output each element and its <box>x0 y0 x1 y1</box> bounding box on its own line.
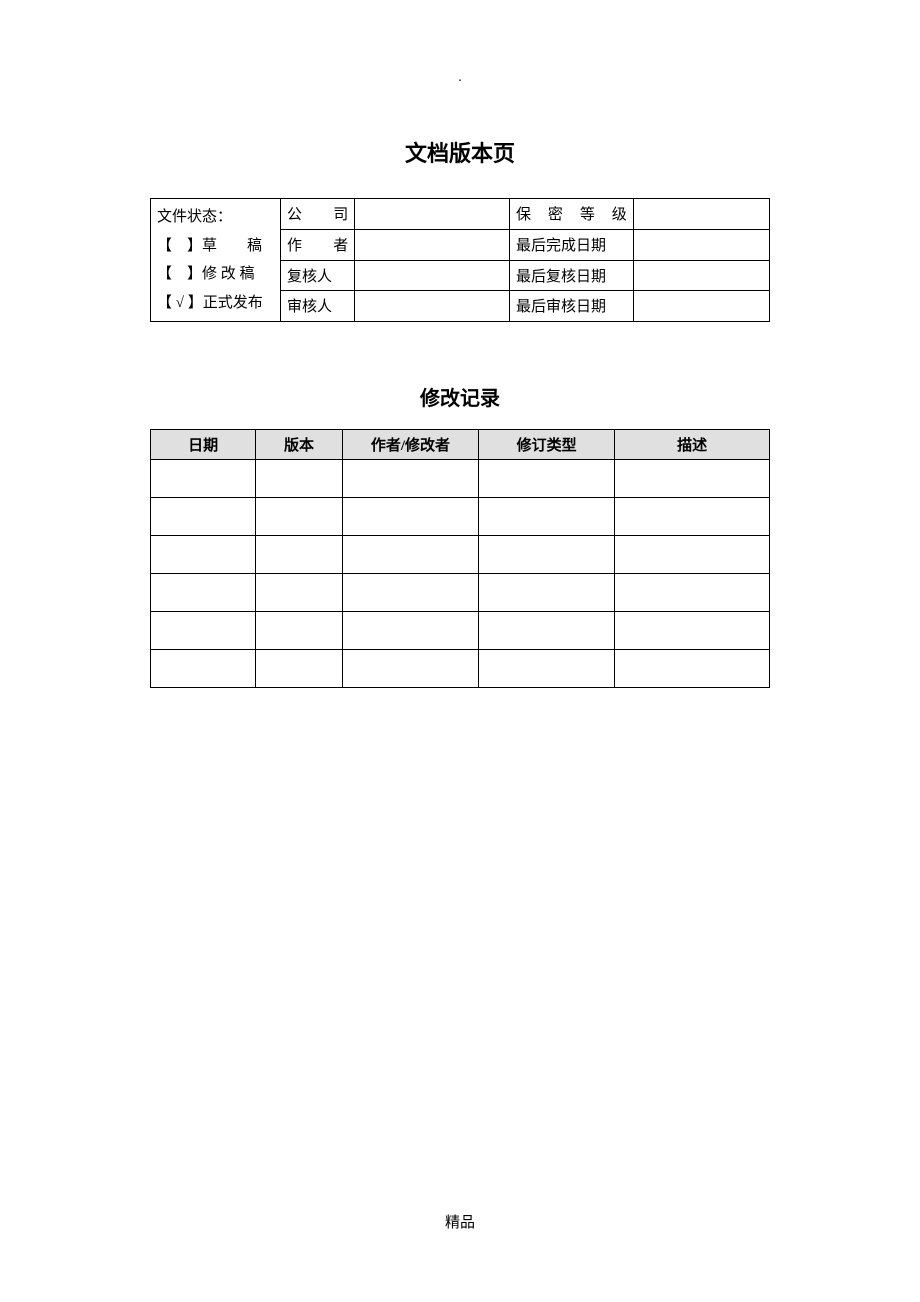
cell <box>615 460 770 498</box>
label-approver: 审核人 <box>280 291 354 322</box>
value-complete-date <box>633 229 769 260</box>
label-approve-date: 最后审核日期 <box>510 291 634 322</box>
status-heading: 文件状态： <box>157 203 274 232</box>
cell <box>342 536 478 574</box>
value-approve-date <box>633 291 769 322</box>
title-revision-record: 修改记录 <box>150 382 770 411</box>
cell <box>256 498 343 536</box>
cell <box>151 536 256 574</box>
value-author <box>355 229 510 260</box>
label-company: 公 司 <box>280 199 354 230</box>
title-version-page: 文档版本页 <box>150 136 770 168</box>
cell <box>256 650 343 688</box>
label-review-date: 最后复核日期 <box>510 260 634 291</box>
cell <box>342 498 478 536</box>
value-company <box>355 199 510 230</box>
cell <box>615 498 770 536</box>
cell <box>256 460 343 498</box>
cell <box>256 574 343 612</box>
header-version: 版本 <box>256 430 343 460</box>
table-row <box>151 536 770 574</box>
cell <box>615 650 770 688</box>
header-date: 日期 <box>151 430 256 460</box>
cell <box>615 574 770 612</box>
cell <box>479 498 615 536</box>
cell <box>615 612 770 650</box>
status-option-draft: 【 】草 稿 <box>157 232 274 261</box>
status-option-published: 【 √ 】正式发布 <box>157 289 274 318</box>
cell <box>342 460 478 498</box>
version-info-table: 文件状态： 【 】草 稿 【 】修 改 稿 【 √ 】正式发布 公 司 保 密 … <box>150 198 770 322</box>
table-row <box>151 460 770 498</box>
header-author: 作者/修改者 <box>342 430 478 460</box>
table-row <box>151 612 770 650</box>
label-complete-date: 最后完成日期 <box>510 229 634 260</box>
file-status-cell: 文件状态： 【 】草 稿 【 】修 改 稿 【 √ 】正式发布 <box>151 199 281 322</box>
header-description: 描述 <box>615 430 770 460</box>
footer-text: 精品 <box>0 1211 920 1232</box>
cell <box>151 574 256 612</box>
cell <box>151 612 256 650</box>
label-secrecy: 保 密 等 级 <box>510 199 634 230</box>
status-option-revised: 【 】修 改 稿 <box>157 260 274 289</box>
cell <box>256 536 343 574</box>
cell <box>151 650 256 688</box>
cell <box>342 650 478 688</box>
revision-table: 日期 版本 作者/修改者 修订类型 描述 <box>150 429 770 688</box>
header-revision-type: 修订类型 <box>479 430 615 460</box>
cell <box>479 574 615 612</box>
table-row <box>151 650 770 688</box>
cell <box>479 650 615 688</box>
cell <box>479 536 615 574</box>
value-secrecy <box>633 199 769 230</box>
revision-header-row: 日期 版本 作者/修改者 修订类型 描述 <box>151 430 770 460</box>
top-marker: . <box>150 70 770 86</box>
table-row: 文件状态： 【 】草 稿 【 】修 改 稿 【 √ 】正式发布 公 司 保 密 … <box>151 199 770 230</box>
table-row <box>151 498 770 536</box>
value-reviewer <box>355 260 510 291</box>
value-approver <box>355 291 510 322</box>
cell <box>479 612 615 650</box>
cell <box>342 612 478 650</box>
cell <box>615 536 770 574</box>
cell <box>151 460 256 498</box>
cell <box>479 460 615 498</box>
table-row <box>151 574 770 612</box>
cell <box>151 498 256 536</box>
cell <box>342 574 478 612</box>
value-review-date <box>633 260 769 291</box>
page-content: . 文档版本页 文件状态： 【 】草 稿 【 】修 改 稿 【 √ 】正式发布 … <box>0 0 920 688</box>
cell <box>256 612 343 650</box>
label-author: 作 者 <box>280 229 354 260</box>
label-reviewer: 复核人 <box>280 260 354 291</box>
